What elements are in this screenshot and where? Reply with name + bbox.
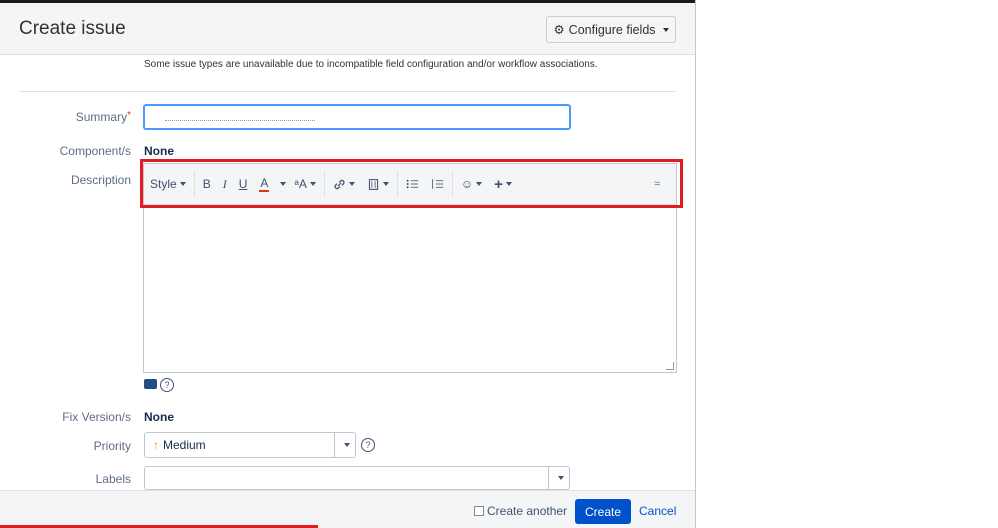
gear-icon: ⚙ [553, 23, 565, 37]
text-effects-dropdown[interactable]: ᵃA [288, 171, 321, 197]
italic-icon: I [222, 176, 227, 191]
link-icon [334, 179, 345, 189]
cancel-link[interactable]: Cancel [639, 504, 676, 518]
create-another-label[interactable]: Create another [487, 504, 567, 518]
summary-input[interactable] [143, 104, 571, 130]
chevron-down-icon [348, 182, 355, 186]
description-editor[interactable]: Style B I U A ᵃA ☺ + ≈ [143, 163, 677, 373]
create-button[interactable]: Create [575, 499, 631, 524]
chevron-down-icon [343, 443, 350, 447]
emoticon-dropdown[interactable]: ☺ [451, 171, 488, 197]
create-another-checkbox[interactable] [474, 506, 484, 516]
chevron-down-icon [557, 476, 564, 480]
chevron-down-icon [280, 182, 287, 186]
emoticon-icon: ☺ [460, 177, 474, 191]
bullet-list-icon [406, 179, 419, 189]
priority-dropdown-button[interactable] [334, 433, 355, 457]
wiki-markup-icon[interactable] [144, 379, 157, 389]
summary-text-scribble [165, 120, 315, 123]
priority-text: Medium [163, 438, 206, 452]
fix-version-label: Fix Version/s [62, 410, 131, 424]
text-effects-icon: ᵃA [294, 177, 307, 191]
bold-button[interactable]: B [193, 171, 217, 197]
plus-icon: + [494, 175, 503, 193]
editor-toolbar: Style B I U A ᵃA ☺ + ≈ [144, 164, 676, 205]
resize-handle-icon[interactable] [666, 362, 674, 370]
italic-button[interactable]: I [217, 171, 233, 197]
bold-icon: B [202, 177, 211, 191]
description-label: Description [70, 173, 131, 187]
required-mark: * [127, 110, 131, 121]
summary-label: Summary* [19, 110, 131, 124]
chevron-down-icon [505, 182, 512, 186]
component-value[interactable]: None [144, 144, 174, 158]
chevron-down-icon [662, 27, 669, 32]
create-issue-dialog: Create issue ⚙ Configure fields Some iss… [0, 0, 696, 528]
component-label: Component/s [59, 144, 131, 158]
bullet-list-button[interactable] [396, 171, 425, 197]
divider [19, 91, 676, 92]
font-color-dropdown[interactable] [275, 171, 288, 197]
configure-fields-button[interactable]: ⚙ Configure fields [546, 16, 676, 43]
collapse-icon: ≈ [653, 178, 660, 190]
labels-input[interactable] [144, 466, 570, 490]
dialog-header: Create issue ⚙ Configure fields [0, 3, 695, 55]
labels-label: Labels [95, 472, 131, 486]
chevron-down-icon [179, 182, 186, 186]
font-color-button[interactable]: A [253, 171, 275, 197]
chevron-down-icon [476, 182, 483, 186]
underline-button[interactable]: U [233, 171, 254, 197]
numbered-list-icon [432, 179, 444, 189]
font-color-icon: A [259, 175, 270, 192]
style-label: Style [150, 177, 177, 191]
attachment-dropdown[interactable] [361, 171, 395, 197]
underline-icon: U [238, 177, 248, 191]
numbered-list-button[interactable] [425, 171, 450, 197]
help-icon[interactable]: ? [361, 438, 375, 452]
priority-value: ↑ Medium [153, 438, 206, 452]
chevron-down-icon [309, 182, 316, 186]
configure-fields-label: Configure fields [568, 22, 656, 37]
chevron-down-icon [382, 182, 389, 186]
fix-version-value[interactable]: None [144, 410, 174, 424]
labels-dropdown-button[interactable] [548, 467, 569, 489]
dialog-title: Create issue [19, 18, 126, 39]
summary-label-text: Summary [75, 110, 128, 124]
link-dropdown[interactable] [323, 171, 361, 197]
insert-more-dropdown[interactable]: + [488, 171, 518, 197]
style-dropdown[interactable]: Style [144, 171, 192, 197]
priority-select[interactable]: ↑ Medium [144, 432, 356, 458]
arrow-up-icon: ↑ [153, 438, 159, 452]
issue-type-notice: Some issue types are unavailable due to … [144, 59, 598, 70]
collapse-toolbar-button[interactable]: ≈ [648, 171, 666, 197]
priority-label: Priority [93, 439, 131, 453]
help-icon[interactable]: ? [160, 378, 174, 392]
attachment-icon [368, 178, 378, 190]
